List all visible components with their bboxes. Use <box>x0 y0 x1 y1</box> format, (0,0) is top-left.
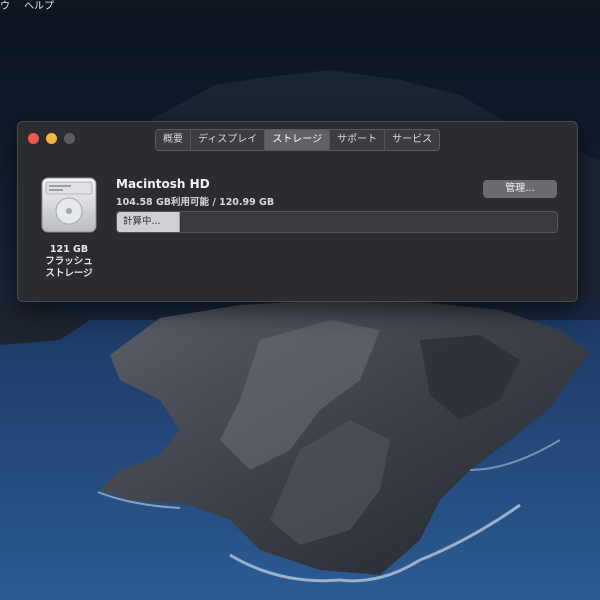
zoom-button[interactable] <box>64 133 75 144</box>
menu-bar: ウ ヘルプ <box>0 0 600 14</box>
storage-bar-label: 計算中... <box>123 216 161 227</box>
storage-usage-bar: 計算中... <box>116 211 558 233</box>
tab-service[interactable]: サービス <box>384 130 439 150</box>
tab-support[interactable]: サポート <box>329 130 384 150</box>
drive-capacity: 121 GB <box>49 244 89 255</box>
drive-type-line1: フラッシュ <box>45 256 93 267</box>
drive-label: 121 GB フラッシュ ストレージ <box>32 244 106 280</box>
tab-bar: 概要 ディスプレイ ストレージ サポート サービス <box>155 129 441 151</box>
internal-drive-icon <box>40 176 98 234</box>
drive-type-line2: ストレージ <box>45 268 93 279</box>
window-titlebar[interactable]: 概要 ディスプレイ ストレージ サポート サービス <box>18 122 577 156</box>
menu-item-help[interactable]: ヘルプ <box>24 0 54 14</box>
menu-item-window[interactable]: ウ <box>0 0 10 14</box>
volume-capacity-info: 104.58 GB利用可能 / 120.99 GB <box>116 197 275 208</box>
manage-button[interactable]: 管理... <box>483 180 557 198</box>
tab-overview[interactable]: 概要 <box>156 130 190 150</box>
volume-name: Macintosh HD <box>116 177 210 191</box>
tab-displays[interactable]: ディスプレイ <box>190 130 264 150</box>
minimize-button[interactable] <box>46 133 57 144</box>
about-this-mac-window: 概要 ディスプレイ ストレージ サポート サービス 121 GB フラッシュ ス… <box>17 121 578 302</box>
close-button[interactable] <box>28 133 39 144</box>
tab-storage[interactable]: ストレージ <box>264 130 330 150</box>
